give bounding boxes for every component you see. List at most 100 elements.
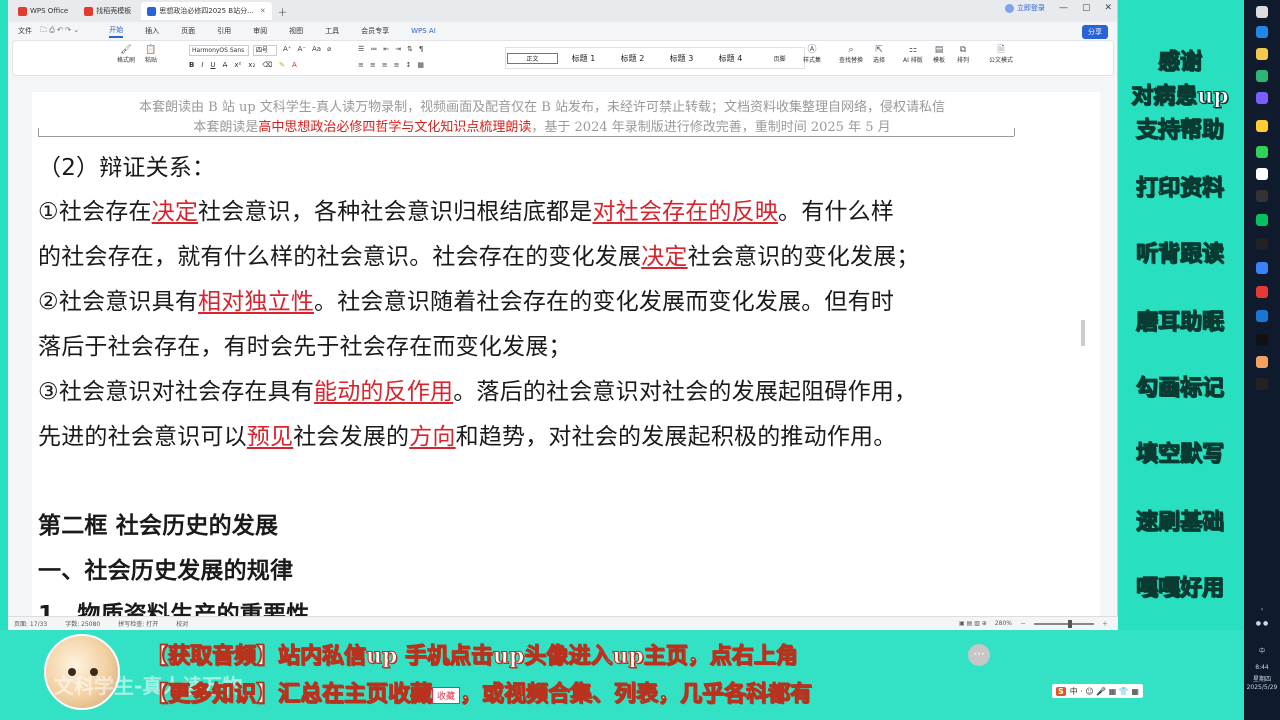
change-case-button[interactable]: Aa <box>312 45 321 53</box>
vertical-scrollbar-thumb[interactable] <box>1081 320 1085 346</box>
number-list-button[interactable]: ≔ <box>370 45 377 53</box>
taskbar-app-icon-4[interactable] <box>1256 146 1268 158</box>
bold-button[interactable]: B <box>189 61 194 69</box>
tray-icons[interactable]: ● ● <box>1244 620 1280 627</box>
taskbar-app-icon-5[interactable] <box>1256 168 1268 180</box>
word-count[interactable]: 字数: 25080 <box>65 619 100 628</box>
style-heading-2[interactable]: 标题 2 <box>608 53 657 64</box>
font-color-button[interactable]: A <box>292 61 297 69</box>
zoom-out-icon[interactable]: － <box>1020 619 1026 628</box>
taskbar-app-icon-8[interactable] <box>1256 262 1268 274</box>
shrink-font-button[interactable]: A⁻ <box>297 45 305 53</box>
tab-document[interactable]: 思想政治必修四2025 B站分... ✕ <box>141 2 272 20</box>
decrease-indent-button[interactable]: ⇤ <box>383 45 389 53</box>
zoom-slider-knob[interactable] <box>1067 619 1072 628</box>
grow-font-button[interactable]: A⁺ <box>283 45 291 53</box>
maximize-button[interactable]: ▢ <box>1082 3 1091 13</box>
subscript-button[interactable]: x₂ <box>248 61 255 69</box>
line-spacing-button[interactable]: ↕ <box>406 61 412 69</box>
new-tab-icon[interactable]: ＋ <box>278 4 288 19</box>
close-tab-icon[interactable]: ✕ <box>260 7 266 15</box>
clock-time[interactable]: 8:44 <box>1244 664 1280 671</box>
ai-layout-button[interactable]: ⚏ AI 排版 <box>903 45 923 64</box>
style-footer[interactable]: 页脚 <box>755 54 804 63</box>
superscript-button[interactable]: x² <box>234 61 241 69</box>
login-button[interactable]: 立即登录 <box>1004 3 1045 13</box>
ime-indicator[interactable]: 中 <box>1244 646 1280 655</box>
format-painter-button[interactable]: 🖌 格式刷 <box>117 45 135 64</box>
menu-insert[interactable]: 插入 <box>145 26 159 36</box>
italic-button[interactable]: I <box>201 61 203 69</box>
ime-toolbar[interactable]: S中 · ☺ 🎤 ▦ 👕 ▦ <box>1052 684 1143 698</box>
increase-indent-button[interactable]: ⇥ <box>395 45 401 53</box>
document-page[interactable]: 本套朗读由 B 站 up 文科学生-真人读万物录制，视频画面及配音仅在 B 站发… <box>32 92 1100 616</box>
select-button[interactable]: ⇱ 选择 <box>873 45 885 64</box>
style-normal[interactable]: 正文 <box>507 52 558 64</box>
font-size-select[interactable]: 四号 <box>253 45 277 56</box>
taskbar-edge-icon[interactable] <box>1256 26 1268 38</box>
spell-check-status[interactable]: 拼写检查: 打开 <box>118 619 158 628</box>
taskbar-app-icon-1[interactable] <box>1256 70 1268 82</box>
clear-format-button[interactable]: ⌫ <box>262 61 272 69</box>
user-avatar-icon <box>1004 3 1014 13</box>
align-right-button[interactable]: ≡ <box>382 61 388 69</box>
taskbar-app-icon-12[interactable] <box>1256 378 1268 390</box>
zoom-in-icon[interactable]: ＋ <box>1102 619 1108 628</box>
paste-button[interactable]: 📋 粘贴 <box>145 45 157 64</box>
taskbar-app-icon-6[interactable] <box>1256 190 1268 202</box>
share-button[interactable]: 分享 <box>1082 25 1108 39</box>
style-heading-3[interactable]: 标题 3 <box>657 53 706 64</box>
template-button[interactable]: ▤ 模板 <box>933 45 945 64</box>
strike-button[interactable]: A̶ <box>223 61 228 69</box>
menu-file[interactable]: 文件 <box>18 26 32 36</box>
taskbar-wechat-icon[interactable] <box>1256 214 1268 226</box>
menu-member[interactable]: 会员专享 <box>361 26 389 36</box>
clear-style-button[interactable]: ⌀ <box>327 45 331 53</box>
sort-button[interactable]: ⇅ <box>407 45 413 53</box>
zoom-level[interactable]: 280% <box>995 620 1012 627</box>
menu-wps-ai[interactable]: WPS AI <box>411 27 436 35</box>
bullet-list-button[interactable]: ☰ <box>358 45 364 53</box>
highlight-button[interactable]: ✎ <box>279 61 285 69</box>
show-marks-button[interactable]: ¶ <box>419 45 423 53</box>
view-mode-icons[interactable]: ▣ ▤ ▥ ⊕ <box>959 620 987 627</box>
taskbar-app-icon-9[interactable] <box>1256 310 1268 322</box>
menu-review[interactable]: 审阅 <box>253 26 267 36</box>
tray-chevron-icon[interactable]: ‹ <box>1244 606 1280 613</box>
taskbar-app-icon-11[interactable] <box>1256 356 1268 368</box>
page-count[interactable]: 页面: 17/33 <box>14 619 47 628</box>
taskbar-app-icon-2[interactable] <box>1256 92 1268 104</box>
justify-button[interactable]: ≡ <box>394 61 400 69</box>
style-set-button[interactable]: Ⓐ 样式集 <box>803 45 821 64</box>
menu-tools[interactable]: 工具 <box>325 26 339 36</box>
menu-home[interactable]: 开始 <box>109 25 124 38</box>
underline-button[interactable]: U <box>210 61 215 69</box>
style-gallery: 正文 标题 1 标题 2 标题 3 标题 4 页脚 <box>505 47 805 69</box>
proofread-status[interactable]: 校对 <box>176 619 188 628</box>
style-heading-1[interactable]: 标题 1 <box>559 53 608 64</box>
align-center-button[interactable]: ≡ <box>370 61 376 69</box>
font-family-select[interactable]: HarmonyOS Sans <box>189 45 249 56</box>
arrange-button[interactable]: ⧉ 排列 <box>957 45 969 64</box>
close-window-button[interactable]: ✕ <box>1104 3 1112 13</box>
doc-mode-button[interactable]: 🗎 公文模式 <box>989 45 1013 64</box>
taskbar-wps-icon[interactable] <box>1256 286 1268 298</box>
taskbar-app-icon-10[interactable] <box>1256 334 1268 346</box>
menu-view[interactable]: 视图 <box>289 26 303 36</box>
page-header-line-2: 本套朗读是高中思想政治必修四哲学与文化知识点梳理朗读，基于 2024 年录制版进… <box>193 120 891 135</box>
border-button[interactable]: ▦ <box>417 61 424 69</box>
menu-page[interactable]: 页面 <box>181 26 195 36</box>
taskbar-folder-icon[interactable] <box>1256 48 1268 60</box>
style-heading-4[interactable]: 标题 4 <box>706 53 755 64</box>
minimize-button[interactable]: — <box>1059 3 1068 13</box>
tab-docer[interactable]: 找稻壳模板 <box>78 2 137 20</box>
quick-access-icons[interactable]: 🗀 ⎙ ↶ ↷ ⌄ <box>40 26 79 37</box>
find-replace-button[interactable]: ⌕ 查找替换 <box>839 45 863 64</box>
taskbar-start-icon[interactable] <box>1256 6 1268 18</box>
taskbar-app-icon-3[interactable] <box>1256 120 1268 132</box>
taskbar-app-icon-7[interactable] <box>1256 238 1268 250</box>
align-left-button[interactable]: ≡ <box>358 61 364 69</box>
menu-reference[interactable]: 引用 <box>217 26 231 36</box>
tab-wps-office[interactable]: WPS Office <box>12 2 74 20</box>
zoom-slider[interactable] <box>1033 619 1094 628</box>
